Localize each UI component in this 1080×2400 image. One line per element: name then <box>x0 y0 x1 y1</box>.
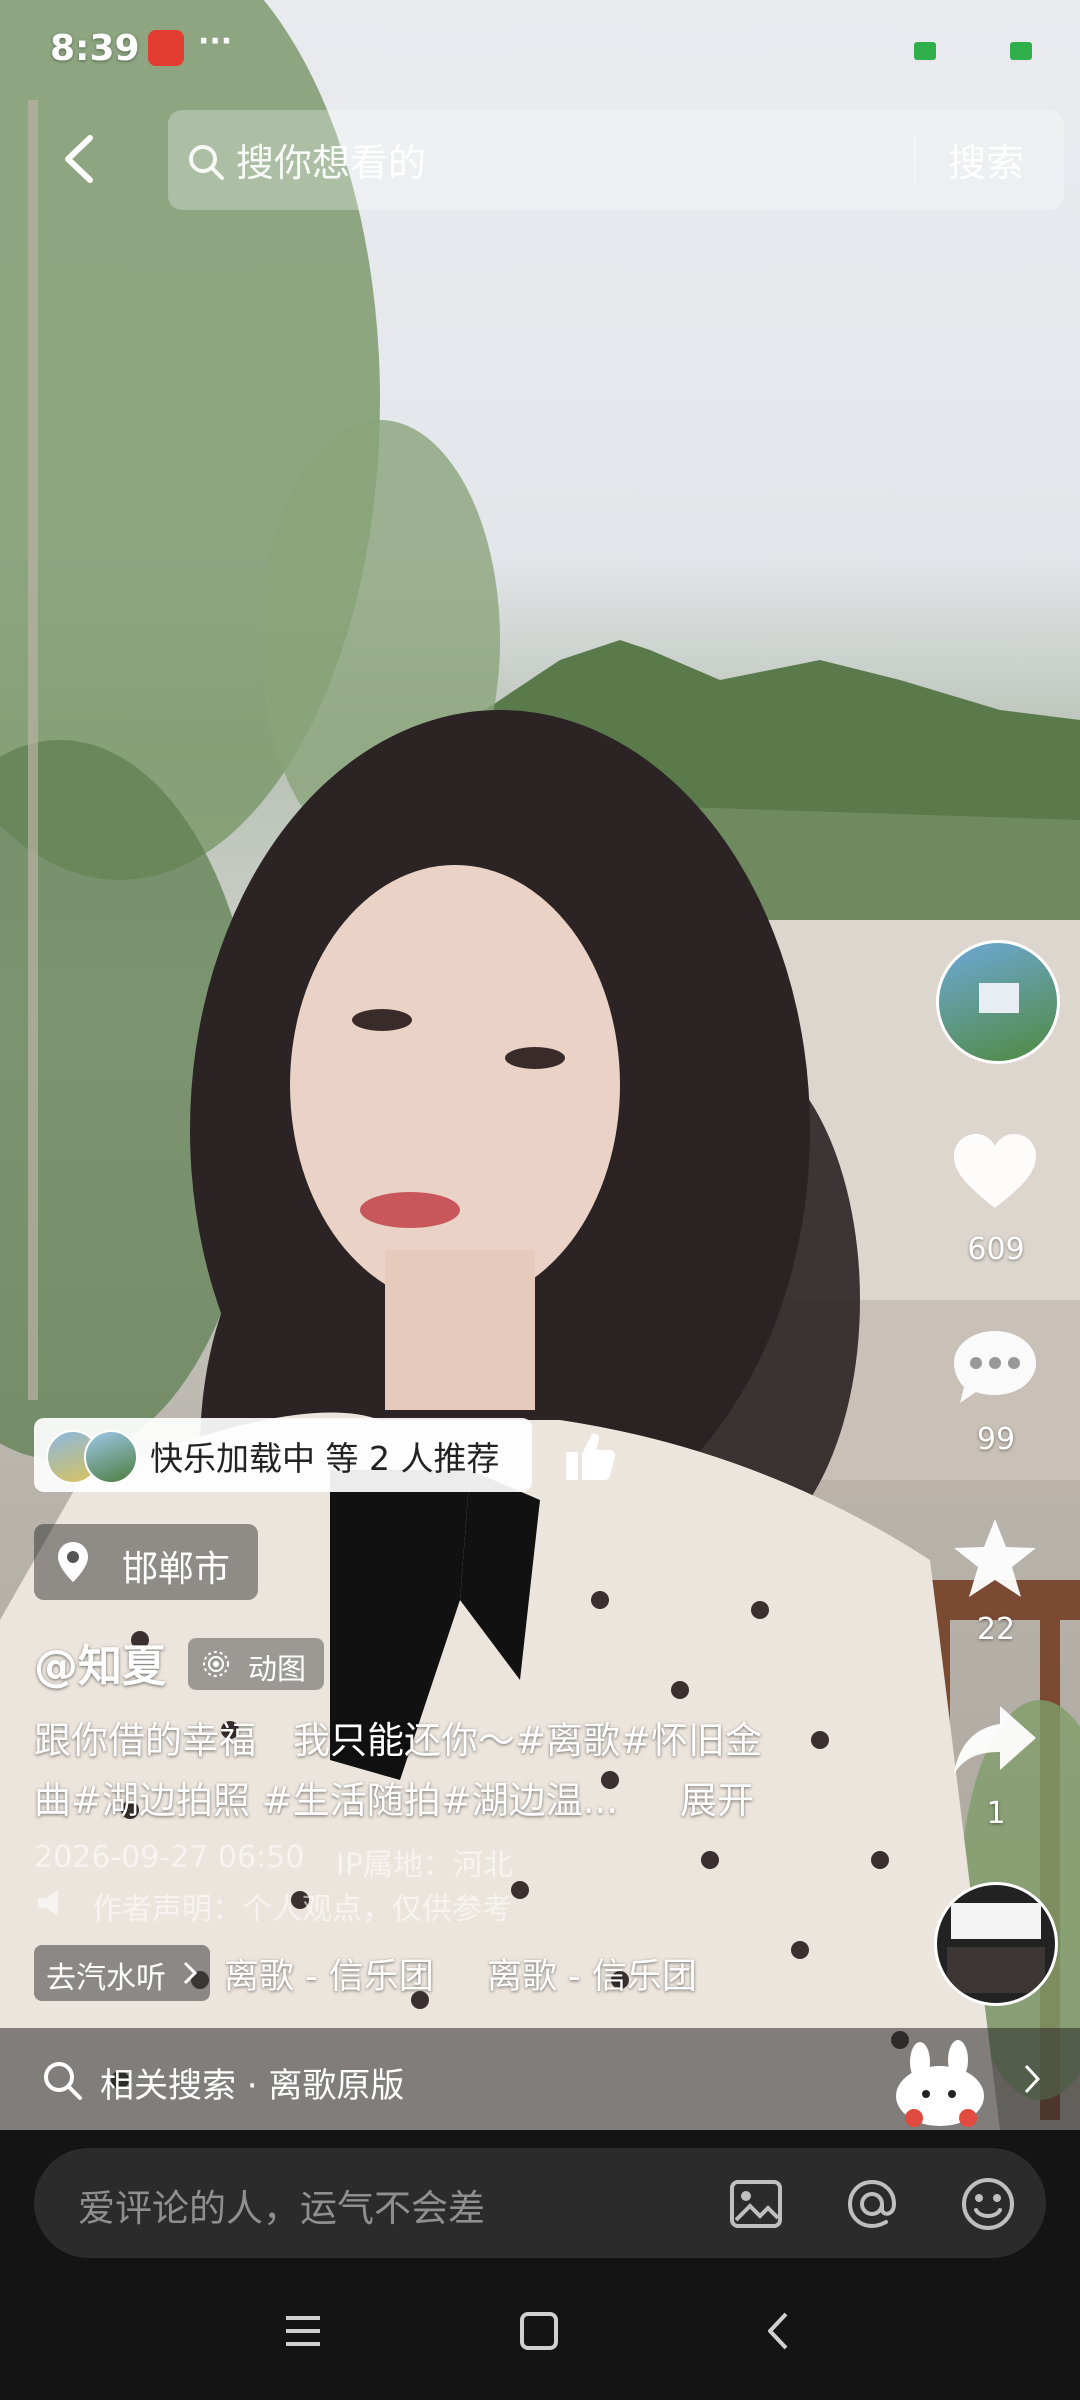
author-declaration: 作者声明：个人观点，仅供参考 <box>92 1892 512 1927</box>
favorite-count: 22 <box>976 1612 1016 1647</box>
ip-location: IP属地：河北 <box>336 1848 513 1883</box>
listen-on-qishui-label: 去汽水听 <box>46 1961 166 1996</box>
like-count: 609 <box>967 1232 1025 1267</box>
location-pin-icon <box>56 1540 90 1584</box>
music-track: 离歌 - 信乐团 <box>486 1957 697 1997</box>
search-divider <box>914 136 916 186</box>
related-search-text: 相关搜索 · 离歌原版 <box>100 2066 405 2106</box>
listen-on-qishui-button[interactable]: 去汽水听 <box>34 1945 210 2001</box>
search-button[interactable]: 搜索 <box>948 132 1024 187</box>
nav-back-icon[interactable] <box>758 2310 800 2352</box>
post-datetime: 2026-09-27 06:50 <box>34 1840 305 1875</box>
heart-icon[interactable] <box>950 1130 1040 1214</box>
app-notification-icon <box>148 30 184 66</box>
battery-icon <box>1010 42 1032 60</box>
signal-icon <box>914 42 936 60</box>
chevron-right-icon <box>1020 2060 1044 2098</box>
recommender-avatar <box>84 1430 138 1484</box>
home-icon[interactable] <box>518 2310 560 2352</box>
share-icon[interactable] <box>950 1700 1040 1780</box>
thumb-up-icon[interactable] <box>562 1428 618 1484</box>
live-photo-icon <box>202 1650 230 1678</box>
emoji-icon[interactable] <box>958 2174 1018 2234</box>
at-icon[interactable] <box>842 2174 902 2234</box>
back-icon[interactable] <box>50 124 110 194</box>
author-name[interactable]: @知夏 <box>34 1630 166 1694</box>
caption-line-2: 曲#湖边拍照 #生活随拍#湖边温... <box>34 1779 619 1822</box>
menu-icon[interactable] <box>282 2310 324 2352</box>
image-icon[interactable] <box>728 2176 784 2232</box>
animated-tag: 动图 <box>188 1638 324 1690</box>
share-count: 1 <box>986 1796 1006 1831</box>
music-marquee[interactable]: 离歌 - 信乐团 离歌 - 信乐团 <box>224 1948 704 2004</box>
comment-placeholder: 爱评论的人，运气不会差 <box>78 2187 485 2230</box>
recommend-text: 快乐加载中 等 2 人推荐 <box>150 1439 500 1478</box>
location-tag[interactable]: 邯郸市 <box>34 1524 258 1600</box>
animated-tag-label: 动图 <box>248 1652 307 1686</box>
comment-count: 99 <box>976 1422 1016 1457</box>
more-notifications-icon: ··· <box>198 24 233 59</box>
search-icon <box>40 2058 84 2102</box>
recommend-chip[interactable]: 快乐加载中 等 2 人推荐 <box>34 1418 532 1492</box>
location-text: 邯郸市 <box>122 1549 231 1590</box>
chevron-right-icon <box>180 1959 200 1987</box>
status-time: 8:39 <box>50 28 140 69</box>
music-disc[interactable] <box>934 1882 1058 2006</box>
megaphone-icon <box>34 1886 68 1920</box>
status-bar: 8:39 ··· <box>0 0 1080 100</box>
search-icon <box>186 142 226 182</box>
search-input[interactable]: 搜你想看的 <box>236 132 426 187</box>
comment-icon[interactable] <box>950 1325 1040 1409</box>
expand-caption-button[interactable]: 展开 <box>680 1770 754 1824</box>
bunny-sticker <box>880 2038 1000 2128</box>
comment-input[interactable]: 爱评论的人，运气不会差 <box>34 2148 1046 2258</box>
star-icon[interactable] <box>950 1515 1040 1601</box>
related-search-bar[interactable]: 相关搜索 · 离歌原版 <box>0 2028 1080 2130</box>
author-avatar[interactable] <box>936 940 1060 1064</box>
music-track: 离歌 - 信乐团 <box>224 1957 434 1997</box>
caption-line-1: 跟你借的幸福 我只能还你～#离歌#怀旧金 <box>34 1719 763 1762</box>
